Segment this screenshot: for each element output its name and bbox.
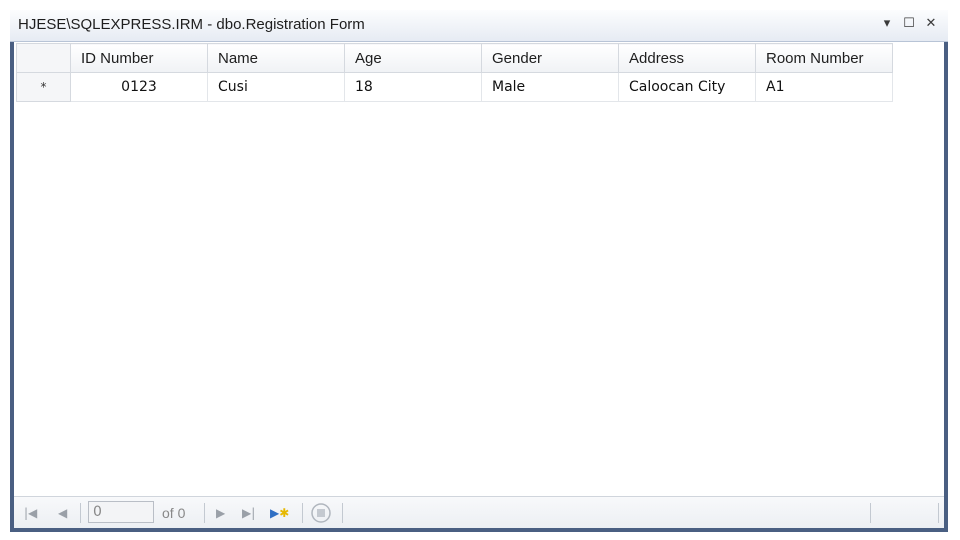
cell-age[interactable]: 18 xyxy=(344,72,482,102)
move-new-icon[interactable]: ▶✱ xyxy=(270,505,289,521)
cell-gender[interactable]: Male xyxy=(481,72,619,102)
column-header-address[interactable]: Address xyxy=(618,43,756,73)
cell-id-number[interactable]: 0123 xyxy=(70,72,208,102)
results-grid: ID Number Name Age Gender Address Room N… xyxy=(16,43,893,102)
of-count-label: of 0 xyxy=(162,505,186,521)
separator xyxy=(938,503,939,523)
close-icon[interactable]: ✕ xyxy=(924,16,938,32)
corner-header[interactable] xyxy=(16,43,71,73)
title-bar[interactable]: HJESE\SQLEXPRESS.IRM - dbo.Registration … xyxy=(10,10,948,42)
header-row: ID Number Name Age Gender Address Room N… xyxy=(16,43,893,73)
maximize-icon[interactable]: ☐ xyxy=(902,16,916,32)
window-title: HJESE\SQLEXPRESS.IRM - dbo.Registration … xyxy=(18,16,365,33)
window-controls: ▾ ☐ ✕ xyxy=(880,16,938,32)
new-row-marker: * xyxy=(40,80,47,94)
move-previous-icon[interactable]: ◀ xyxy=(58,505,67,521)
results-grid-area: ID Number Name Age Gender Address Room N… xyxy=(14,42,944,496)
column-header-gender[interactable]: Gender xyxy=(481,43,619,73)
row-header[interactable]: * xyxy=(16,72,71,102)
position-input[interactable] xyxy=(88,501,154,523)
table-row[interactable]: * 0123 Cusi 18 Male Caloocan City A1 xyxy=(16,72,893,102)
cell-address[interactable]: Caloocan City xyxy=(618,72,756,102)
column-header-age[interactable]: Age xyxy=(344,43,482,73)
record-navigator: |◀ ◀ of 0 ▶ ▶| ▶✱ xyxy=(14,496,944,528)
move-next-icon[interactable]: ▶ xyxy=(216,505,225,521)
column-header-name[interactable]: Name xyxy=(207,43,345,73)
separator xyxy=(302,503,303,523)
query-window: HJESE\SQLEXPRESS.IRM - dbo.Registration … xyxy=(10,10,948,532)
cell-name[interactable]: Cusi xyxy=(207,72,345,102)
cell-room-number[interactable]: A1 xyxy=(755,72,893,102)
column-header-id-number[interactable]: ID Number xyxy=(70,43,208,73)
column-header-room-number[interactable]: Room Number xyxy=(755,43,893,73)
move-first-icon[interactable]: |◀ xyxy=(24,505,37,521)
separator xyxy=(342,503,343,523)
separator xyxy=(80,503,81,523)
move-last-icon[interactable]: ▶| xyxy=(242,505,255,521)
separator xyxy=(204,503,205,523)
stop-icon[interactable] xyxy=(310,502,332,523)
separator xyxy=(870,503,871,523)
dropdown-arrow-icon[interactable]: ▾ xyxy=(880,16,894,32)
